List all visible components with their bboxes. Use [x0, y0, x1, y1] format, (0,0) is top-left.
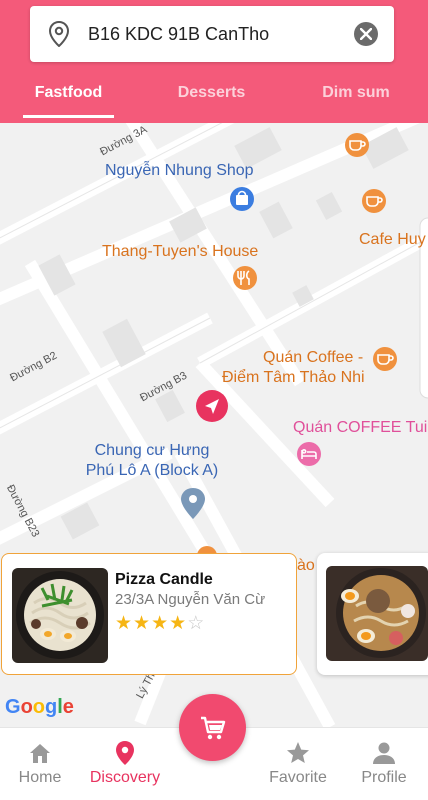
rating-stars: ★★★★☆: [115, 612, 205, 635]
clear-search-button[interactable]: [354, 22, 378, 46]
tab-fastfood[interactable]: Fastfood: [23, 72, 114, 117]
star-icon: [287, 742, 309, 763]
nav-discovery[interactable]: Discovery: [85, 728, 165, 800]
food-image: [326, 566, 428, 661]
map-place-label[interactable]: Quán COFFEE Tui: [293, 418, 427, 438]
star-icon: ★: [133, 613, 152, 634]
star-icon: ★: [115, 613, 134, 634]
hotel-icon[interactable]: [297, 442, 321, 466]
map-place-label[interactable]: Chung cư Hưng Phú Lô A (Block A): [67, 441, 237, 481]
map-place-label[interactable]: Cafe Huy: [359, 230, 426, 250]
restaurant-card[interactable]: [317, 553, 428, 675]
person-icon: [373, 742, 395, 764]
cart-icon: [201, 716, 226, 740]
nav-profile[interactable]: Profile: [344, 728, 424, 800]
location-pin-icon: [116, 741, 134, 765]
cart-button[interactable]: [179, 694, 246, 761]
star-icon: ★: [151, 613, 170, 634]
cafe-icon[interactable]: [345, 133, 369, 157]
star-outline-icon: ☆: [187, 613, 206, 634]
shop-icon[interactable]: [230, 187, 254, 211]
tab-dim-sum[interactable]: Dim sum: [309, 72, 403, 117]
nav-home[interactable]: Home: [0, 728, 80, 800]
google-attribution: Google: [5, 696, 74, 718]
search-input[interactable]: B16 KDC 91B CanTho: [88, 6, 269, 62]
cafe-icon[interactable]: [362, 189, 386, 213]
map-place-label[interactable]: Nguyễn Nhung Shop: [105, 161, 254, 181]
home-icon: [30, 744, 50, 763]
map-place-label[interactable]: Quán Coffee - Điểm Tâm Thảo Nhi: [222, 348, 365, 388]
tab-desserts[interactable]: Desserts: [164, 72, 259, 117]
active-tab-indicator: [23, 115, 114, 118]
restaurant-icon[interactable]: [233, 266, 257, 290]
map-place-label[interactable]: Thang-Tuyen's House: [102, 242, 258, 262]
star-icon: ★: [169, 613, 188, 634]
location-pin-icon: [48, 21, 70, 47]
map-place-label[interactable]: ào: [297, 556, 315, 576]
search-bar[interactable]: B16 KDC 91B CanTho: [30, 6, 394, 62]
category-tabs: Fastfood Desserts Dim sum: [0, 72, 428, 123]
restaurant-name: Pizza Candle: [115, 571, 213, 588]
restaurant-card[interactable]: Pizza Candle 23/3A Nguyễn Văn Cừ ★★★★☆: [1, 553, 297, 675]
app-header: B16 KDC 91B CanTho Fastfood Desserts Dim…: [0, 0, 428, 123]
cafe-icon[interactable]: [373, 347, 397, 371]
food-image: [12, 568, 108, 663]
close-icon: [360, 28, 372, 40]
restaurant-address: 23/3A Nguyễn Văn Cừ: [115, 591, 266, 608]
current-location-icon[interactable]: [196, 390, 228, 422]
nav-favorite[interactable]: Favorite: [258, 728, 338, 800]
